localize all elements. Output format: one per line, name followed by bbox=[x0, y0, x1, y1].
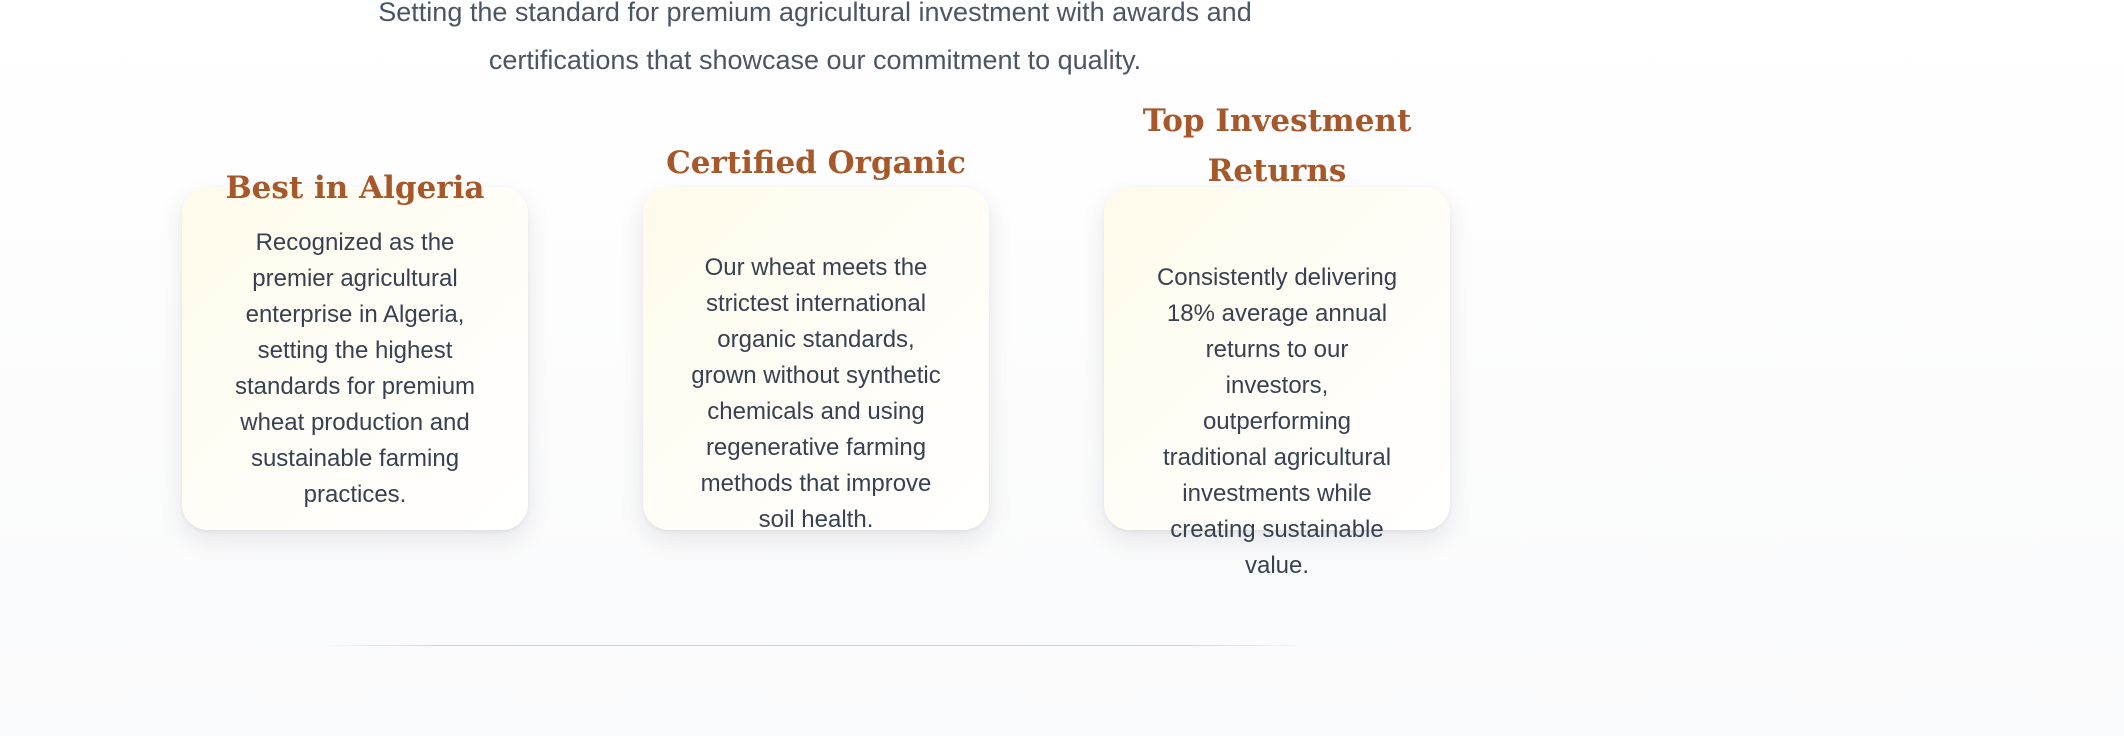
award-description: Our wheat meets the strictest internatio… bbox=[691, 254, 941, 533]
award-card-best-in-algeria: Best in Algeria Recognized as the premie… bbox=[182, 170, 528, 530]
award-title: Best in Algeria bbox=[225, 170, 485, 206]
award-card-top-investment-returns: Top Investment Returns Consistently deli… bbox=[1104, 103, 1450, 579]
section-divider bbox=[318, 645, 1308, 646]
award-description: Consistently delivering 18% average annu… bbox=[1156, 264, 1398, 579]
award-title: Top Investment Returns bbox=[1142, 103, 1412, 189]
award-card-certified-organic: Certified Organic Our wheat meets the st… bbox=[643, 145, 989, 533]
section-intro: Setting the standard for premium agricul… bbox=[378, 0, 1252, 75]
award-title: Certified Organic bbox=[666, 145, 966, 181]
award-description: Recognized as the premier agricultural e… bbox=[234, 229, 476, 508]
